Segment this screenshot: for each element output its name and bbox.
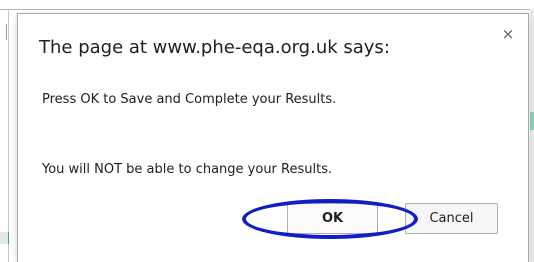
background-page-left-edge xyxy=(8,9,9,262)
background-page-fragment xyxy=(0,24,7,40)
dialog-message-warning: You will NOT be able to change your Resu… xyxy=(42,162,333,177)
alert-dialog: The page at www.phe-eqa.org.uk says: × P… xyxy=(17,13,529,262)
background-page-fragment xyxy=(0,232,9,244)
dialog-title: The page at www.phe-eqa.org.uk says: xyxy=(39,37,390,58)
background-page-right-edge xyxy=(530,9,534,262)
cancel-button[interactable]: Cancel xyxy=(405,203,498,234)
ok-button[interactable]: OK xyxy=(287,203,378,234)
background-page-fragment xyxy=(530,112,534,130)
dialog-message-save: Press OK to Save and Complete your Resul… xyxy=(42,92,337,107)
background-page-border xyxy=(0,9,534,10)
close-icon[interactable]: × xyxy=(500,26,516,42)
